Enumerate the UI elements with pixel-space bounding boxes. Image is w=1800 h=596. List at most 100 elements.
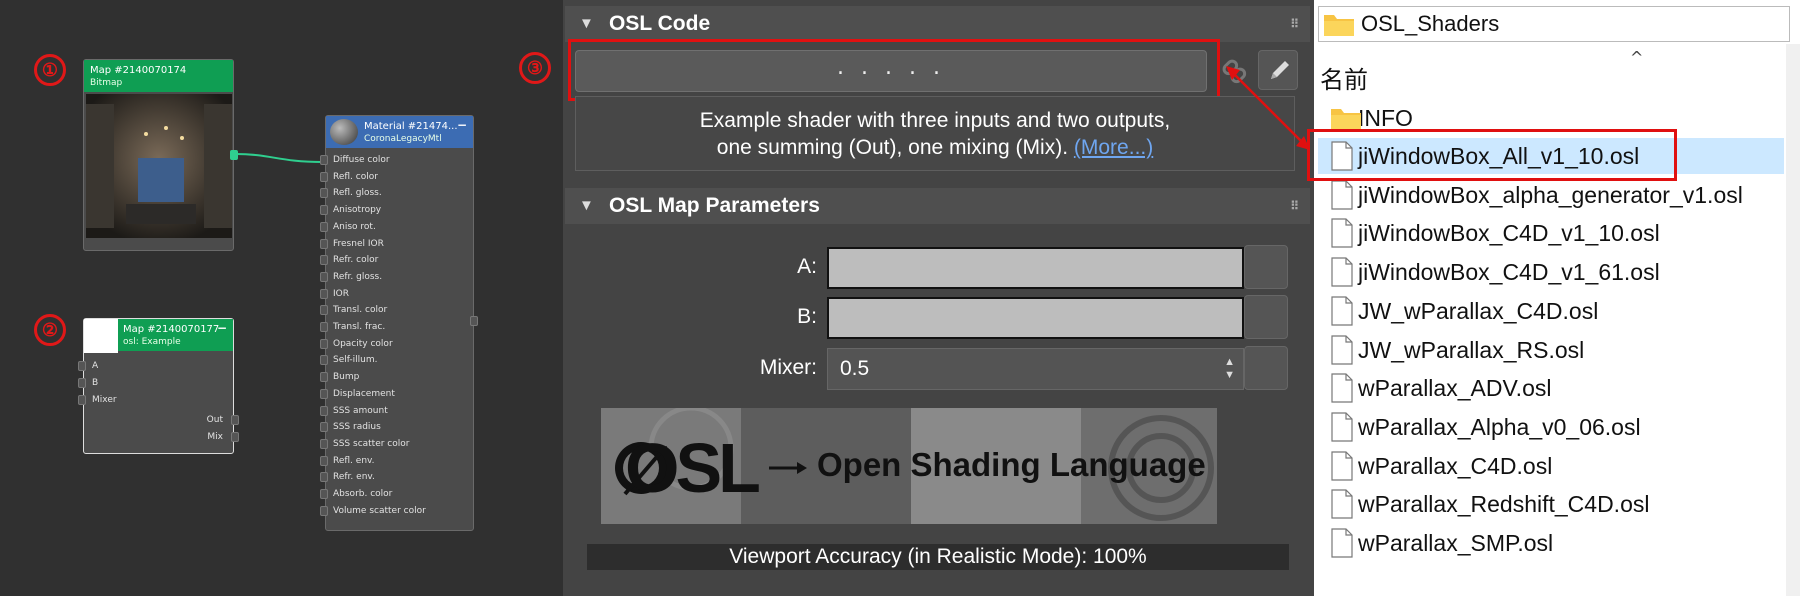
file-name: JW_wParallax_C4D.osl <box>1358 297 1599 324</box>
vertical-scrollbar[interactable] <box>1786 44 1800 596</box>
material-port-label: Fresnel IOR <box>333 238 384 249</box>
material-node[interactable]: Material #21474... CoronaLegacyMtl − Dif… <box>320 115 478 531</box>
material-input-port[interactable] <box>320 171 328 182</box>
material-input-port[interactable] <box>320 255 328 266</box>
file-row[interactable]: wParallax_SMP.osl <box>1318 525 1784 561</box>
osl-input-port-a[interactable] <box>78 361 86 371</box>
mixer-spinner[interactable]: 0.5 ▲ ▼ <box>827 348 1244 390</box>
material-port-label: IOR <box>333 288 349 299</box>
file-row[interactable]: jiWindowBox_C4D_v1_61.osl <box>1318 254 1784 290</box>
spinner-arrows-icon[interactable]: ▲ ▼ <box>1224 356 1235 382</box>
file-row[interactable]: JW_wParallax_C4D.osl <box>1318 293 1784 329</box>
material-input-port[interactable] <box>320 288 328 299</box>
material-input-port[interactable] <box>320 489 328 499</box>
folder-icon <box>1331 109 1361 130</box>
file-row[interactable]: wParallax_C4D.osl <box>1318 448 1784 484</box>
material-input-port[interactable] <box>320 388 328 399</box>
bitmap-output-port[interactable] <box>230 150 238 160</box>
file-name: jiWindowBox_C4D_v1_10.osl <box>1358 220 1660 247</box>
minimize-icon[interactable]: − <box>217 322 227 335</box>
file-name: wParallax_ADV.osl <box>1358 375 1552 402</box>
bitmap-node-subtitle: Bitmap <box>90 78 123 88</box>
file-row[interactable]: JW_wParallax_RS.osl <box>1318 332 1784 368</box>
address-bar[interactable]: OSL_Shaders <box>1318 6 1790 42</box>
material-port-label: SSS scatter color <box>333 438 410 449</box>
osl-input-port-mixer[interactable] <box>78 395 86 405</box>
osl-output-mix-label: Mix <box>207 432 223 442</box>
highlight-box-selected-file <box>1307 129 1677 181</box>
file-icon <box>1331 180 1353 210</box>
material-input-port[interactable] <box>320 305 328 316</box>
file-name: jiWindowBox_C4D_v1_61.osl <box>1358 259 1660 286</box>
material-input-port[interactable] <box>320 372 328 383</box>
osl-logo-text: OSL <box>625 429 761 507</box>
material-input-port[interactable] <box>320 455 328 466</box>
material-input-port[interactable] <box>320 205 328 216</box>
interior-render-image <box>86 94 232 238</box>
osl-output-port-mix[interactable] <box>231 432 239 442</box>
screenshot-root: ① ② Map #2140070174 Bitmap Material #214… <box>0 0 1800 596</box>
material-input-port[interactable] <box>320 338 328 349</box>
file-row[interactable]: jiWindowBox_C4D_v1_10.osl <box>1318 215 1784 251</box>
edit-code-button[interactable] <box>1258 50 1298 90</box>
osl-map-parameters-rollout-header[interactable]: ▼ OSL Map Parameters ⠿ <box>565 188 1310 224</box>
osl-output-port-out[interactable] <box>231 415 239 425</box>
material-input-port[interactable] <box>320 472 328 483</box>
osl-node-swatch <box>84 319 118 353</box>
description-line-2-text: one summing (Out), one mixing (Mix). <box>716 136 1069 159</box>
file-icon <box>1331 296 1353 326</box>
material-input-port[interactable] <box>320 355 328 366</box>
material-port-label: Refl. gloss. <box>333 188 382 199</box>
material-input-port[interactable] <box>320 505 328 516</box>
osl-node[interactable]: Map #2140070177 osl: Example − A B Mixer… <box>78 318 239 454</box>
bitmap-node[interactable]: Map #2140070174 Bitmap <box>83 59 238 251</box>
osl-output-out-label: Out <box>206 415 223 425</box>
node-editor[interactable]: ① ② Map #2140070174 Bitmap Material #214… <box>0 0 563 596</box>
material-output-port[interactable] <box>470 316 478 326</box>
name-column-header[interactable]: 名前 <box>1320 60 1368 95</box>
material-port-label: Refl. color <box>333 171 378 182</box>
drag-grip-icon[interactable]: ⠿ <box>1290 188 1299 224</box>
osl-node-header[interactable]: Map #2140070177 osl: Example − <box>118 319 233 351</box>
param-a-map-button[interactable] <box>1244 245 1288 289</box>
material-input-port[interactable] <box>320 155 328 165</box>
material-node-header[interactable]: Material #21474... CoronaLegacyMtl − <box>326 116 473 148</box>
collapse-triangle-icon[interactable]: ▼ <box>579 188 594 224</box>
material-input-port[interactable] <box>320 221 328 232</box>
file-row[interactable]: wParallax_Alpha_v0_06.osl <box>1318 409 1784 445</box>
address-path-text: OSL_Shaders <box>1361 11 1500 36</box>
osl-input-mixer-label: Mixer <box>92 395 117 405</box>
material-input-port[interactable] <box>320 405 328 416</box>
minimize-icon[interactable]: − <box>457 119 467 132</box>
param-mixer-map-button[interactable] <box>1244 346 1288 390</box>
bitmap-node-header[interactable]: Map #2140070174 Bitmap <box>84 60 233 92</box>
osl-input-port-b[interactable] <box>78 378 86 388</box>
file-name: wParallax_C4D.osl <box>1358 452 1553 479</box>
material-port-label: Displacement <box>333 388 395 399</box>
param-b-map-button[interactable] <box>1244 295 1288 339</box>
file-row[interactable]: wParallax_Redshift_C4D.osl <box>1318 486 1784 522</box>
osl-properties-panel: ▼ OSL Code ⠿ ③ . . . . . Example shader … <box>519 0 1314 596</box>
more-link[interactable]: (More...) <box>1074 136 1153 159</box>
file-row[interactable]: jiWindowBox_alpha_generator_v1.osl <box>1318 177 1784 213</box>
material-input-port[interactable] <box>320 422 328 433</box>
material-input-port[interactable] <box>320 438 328 449</box>
link-chain-button[interactable] <box>1214 51 1254 91</box>
folder-icon <box>1324 15 1354 36</box>
bitmap-thumbnail <box>86 94 232 238</box>
osl-input-b-label: B <box>92 378 99 388</box>
material-input-port[interactable] <box>320 271 328 282</box>
material-input-port[interactable] <box>320 188 328 199</box>
material-input-port[interactable] <box>320 322 328 332</box>
collapse-triangle-icon[interactable]: ▼ <box>579 6 594 42</box>
osl-logo-banner: OSL Open Shading Language <box>601 408 1217 524</box>
param-a-color-swatch[interactable] <box>827 247 1244 289</box>
osl-code-rollout-header[interactable]: ▼ OSL Code ⠿ <box>565 6 1310 42</box>
osl-code-title: OSL Code <box>609 12 711 35</box>
file-row[interactable]: wParallax_ADV.osl <box>1318 370 1784 406</box>
file-icon <box>1331 257 1353 287</box>
material-input-port[interactable] <box>320 238 328 249</box>
material-node-subtitle: CoronaLegacyMtl <box>364 134 442 144</box>
param-b-color-swatch[interactable] <box>827 297 1244 339</box>
drag-grip-icon[interactable]: ⠿ <box>1290 6 1299 42</box>
